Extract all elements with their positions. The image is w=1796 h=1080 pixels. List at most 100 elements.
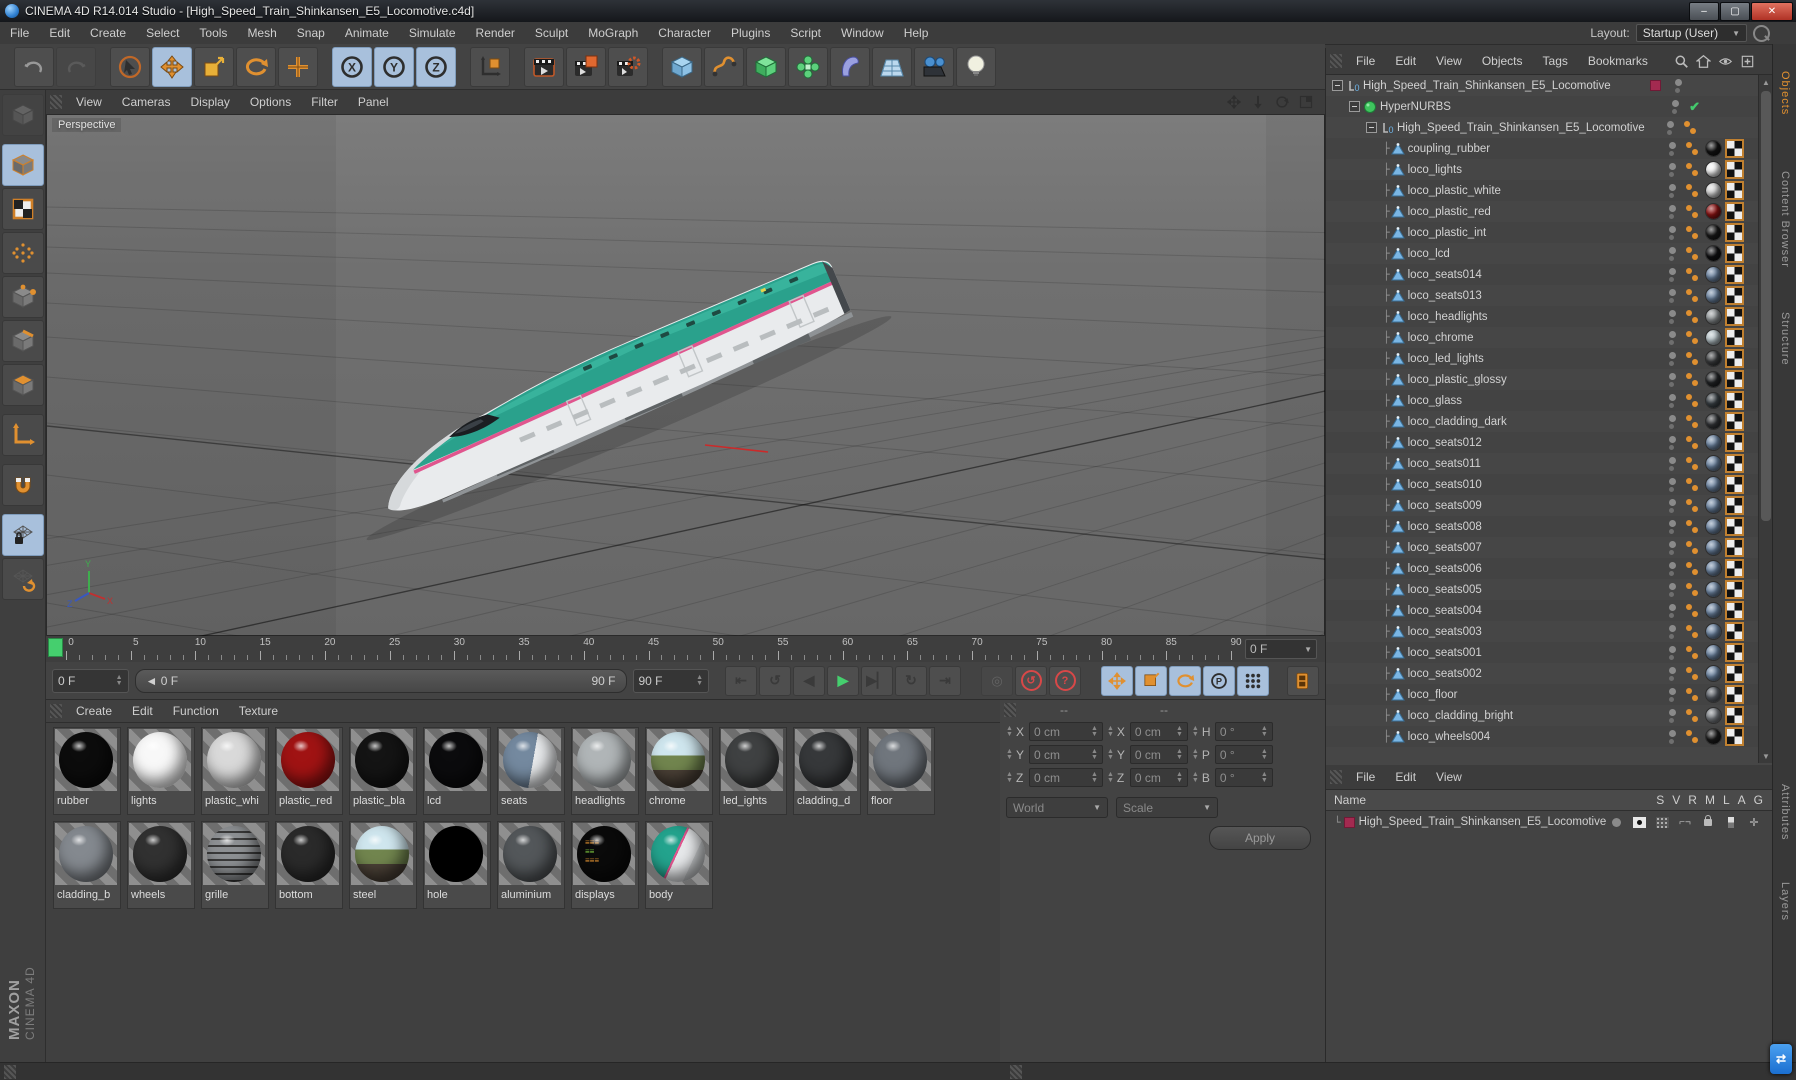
texture-tag-icon[interactable] — [1725, 349, 1744, 368]
material-tag-icon[interactable] — [1705, 413, 1722, 430]
texture-tag-icon[interactable] — [1725, 454, 1744, 473]
render-picture-viewer-button[interactable] — [566, 46, 606, 87]
phong-tag-icon[interactable] — [1686, 414, 1698, 429]
object-row[interactable]: ├ loco_seats008 — [1326, 516, 1758, 537]
phong-tag-icon[interactable] — [1686, 498, 1698, 513]
viewport-camera-label[interactable]: Perspective — [52, 118, 122, 132]
material-item[interactable]: floor — [867, 727, 935, 815]
material-menu-function[interactable]: Function — [163, 704, 229, 718]
visibility-dots[interactable] — [1667, 120, 1674, 135]
size-x-input[interactable]: 0 cm ▲ ▼ — [1129, 722, 1188, 741]
render-dot[interactable] — [1669, 171, 1674, 177]
object-row[interactable]: ├ loco_cladding_bright — [1326, 705, 1758, 726]
visibility-dots[interactable] — [1675, 78, 1682, 93]
spinner-icon[interactable]: ▲ ▼ — [1006, 748, 1013, 761]
material-item[interactable]: plastic_whi — [201, 727, 269, 815]
grip-handle[interactable] — [1004, 703, 1016, 717]
phong-tag-icon[interactable] — [1686, 183, 1698, 198]
phong-tag-icon[interactable] — [1686, 351, 1698, 366]
expand-toggle-icon[interactable] — [1332, 80, 1343, 91]
texture-tag-icon[interactable] — [1725, 706, 1744, 725]
redo-button[interactable] — [56, 46, 96, 87]
render-dot[interactable] — [1669, 528, 1674, 534]
visibility-dots[interactable] — [1669, 456, 1676, 471]
key-pla-button[interactable] — [1237, 665, 1269, 696]
visible-dot[interactable] — [1669, 162, 1676, 170]
phong-tag-icon[interactable] — [1686, 309, 1698, 324]
material-tag-icon[interactable] — [1705, 287, 1722, 304]
visibility-dots[interactable] — [1669, 141, 1676, 156]
visibility-dots[interactable] — [1669, 267, 1676, 282]
object-row[interactable]: ├ loco_seats011 — [1326, 453, 1758, 474]
spinner-icon[interactable]: ▲ ▼ — [1176, 725, 1183, 738]
spinner-icon[interactable]: ▲ ▼ — [1006, 771, 1013, 784]
object-row[interactable]: ├ loco_seats002 — [1326, 663, 1758, 684]
visible-dot[interactable] — [1669, 540, 1676, 548]
render-dot[interactable] — [1669, 612, 1674, 618]
material-tag-icon[interactable] — [1705, 623, 1722, 640]
material-item[interactable]: aluminium — [497, 821, 565, 909]
visible-dot[interactable] — [1667, 120, 1674, 128]
visibility-dots[interactable] — [1669, 246, 1676, 261]
spinner-icon[interactable]: ▲ ▼ — [1107, 725, 1114, 738]
layer-menu-edit[interactable]: Edit — [1385, 770, 1426, 784]
texture-tag-icon[interactable] — [1725, 538, 1744, 557]
material-tag-icon[interactable] — [1705, 371, 1722, 388]
texture-tag-icon[interactable] — [1725, 139, 1744, 158]
key-parameter-button[interactable]: P — [1203, 665, 1235, 696]
phong-tag-icon[interactable] — [1686, 519, 1698, 534]
render-dot[interactable] — [1669, 633, 1674, 639]
spinner-icon[interactable]: ▲ ▼ — [1261, 725, 1268, 738]
phong-tag-icon[interactable] — [1686, 456, 1698, 471]
add-light-button[interactable] — [956, 46, 996, 87]
menu-mograph[interactable]: MoGraph — [578, 26, 648, 40]
visibility-dots[interactable] — [1669, 414, 1676, 429]
filter-icon[interactable] — [1718, 54, 1733, 69]
render-dot[interactable] — [1669, 255, 1674, 261]
animation-icon[interactable] — [1724, 816, 1738, 828]
last-tool-button[interactable] — [278, 46, 318, 87]
render-dot[interactable] — [1669, 465, 1674, 471]
render-dot[interactable] — [1669, 213, 1674, 219]
phong-tag-icon[interactable] — [1686, 582, 1698, 597]
tab-layers[interactable]: Layers — [1773, 860, 1796, 944]
object-row[interactable]: ├ loco_seats003 — [1326, 621, 1758, 642]
object-row[interactable]: ├ loco_floor — [1326, 684, 1758, 705]
material-item[interactable]: ≡≡≡≡≡≡≡≡ displays — [571, 821, 639, 909]
add-environment-button[interactable] — [872, 46, 912, 87]
timeline-slider[interactable]: ◄ 0 F 90 F — [134, 668, 627, 693]
material-menu-create[interactable]: Create — [66, 704, 122, 718]
layer-color-swatch[interactable] — [1343, 816, 1355, 828]
spinner-icon[interactable]: ▲ ▼ — [1006, 725, 1013, 738]
scrollbar-thumb[interactable] — [1761, 91, 1771, 521]
material-item[interactable]: bottom — [275, 821, 343, 909]
visible-dot[interactable] — [1669, 708, 1676, 716]
live-selection-button[interactable] — [110, 46, 150, 87]
menu-select[interactable]: Select — [136, 26, 189, 40]
visible-dot[interactable] — [1669, 729, 1676, 737]
phong-tag-icon[interactable] — [1686, 729, 1698, 744]
object-row[interactable]: ├ loco_led_lights — [1326, 348, 1758, 369]
viewport-menu-view[interactable]: View — [66, 95, 112, 109]
visibility-dots[interactable] — [1669, 666, 1676, 681]
phong-tag-icon[interactable] — [1686, 267, 1698, 282]
perspective-viewport[interactable]: Y X Z — [46, 114, 1326, 637]
material-tag-icon[interactable] — [1705, 686, 1722, 703]
viewport-menu-cameras[interactable]: Cameras — [112, 95, 181, 109]
material-tag-icon[interactable] — [1705, 455, 1722, 472]
visibility-dots[interactable] — [1669, 582, 1676, 597]
object-menu-bookmarks[interactable]: Bookmarks — [1578, 54, 1658, 68]
object-row[interactable]: ├ loco_seats005 — [1326, 579, 1758, 600]
apply-button[interactable]: Apply — [1209, 826, 1311, 850]
toggle-view-icon[interactable] — [1297, 94, 1315, 110]
object-manager-scrollbar[interactable]: ▲ ▼ — [1758, 75, 1773, 763]
material-tag-icon[interactable] — [1705, 308, 1722, 325]
visible-dot[interactable] — [1669, 309, 1676, 317]
render-dot[interactable] — [1669, 444, 1674, 450]
render-dot[interactable] — [1669, 276, 1674, 282]
render-dot[interactable] — [1669, 192, 1674, 198]
phong-tag-icon[interactable] — [1686, 603, 1698, 618]
size-y-input[interactable]: 0 cm ▲ ▼ — [1129, 745, 1188, 764]
layer-color-swatch[interactable] — [1650, 80, 1661, 91]
rotation-p-input[interactable]: 0 ° ▲ ▼ — [1214, 745, 1273, 764]
